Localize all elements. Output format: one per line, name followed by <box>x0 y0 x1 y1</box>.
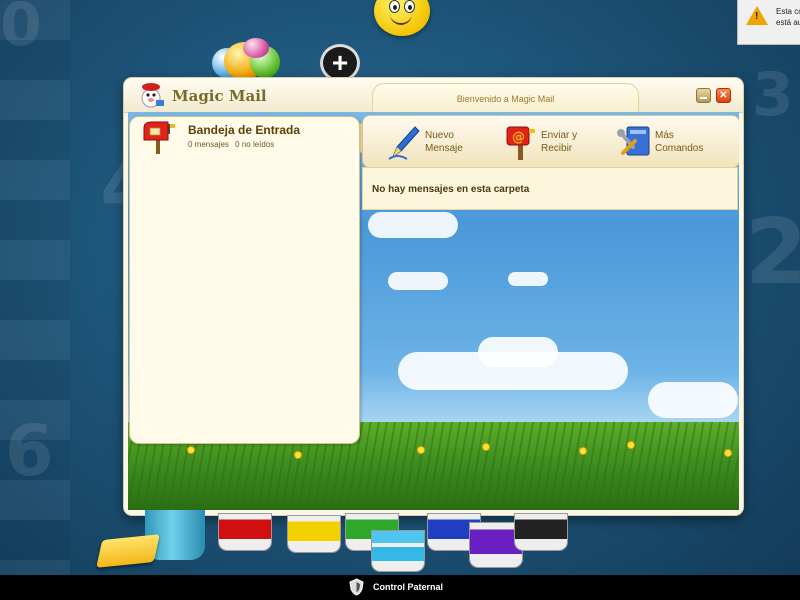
notification-text: está au <box>776 18 800 27</box>
send-receive-label-1: Enviar y <box>541 130 578 141</box>
title-bar[interactable]: Magic Mail Bienvenido a Magic Mail ✕ <box>124 78 743 113</box>
more-commands-label-1: Más <box>655 130 674 141</box>
tab-welcome[interactable]: Bienvenido a Magic Mail <box>372 83 639 113</box>
sponge-decoration <box>96 534 160 568</box>
folder-item-inbox[interactable]: Bandeja de Entrada 0 mensajes 0 no leído… <box>130 117 359 157</box>
add-button[interactable]: + <box>320 44 360 82</box>
notification-popup[interactable]: ! Esta co está au <box>737 0 800 45</box>
paint-pot-black <box>515 514 567 550</box>
notification-text: Esta co <box>776 7 800 16</box>
balloons-decoration <box>243 38 269 58</box>
app-title: Magic Mail <box>172 87 267 105</box>
cloud-decoration <box>648 382 738 418</box>
tools-book-icon <box>617 126 650 156</box>
send-receive-label-2: Recibir <box>541 143 573 154</box>
paint-pot-red <box>219 514 271 550</box>
close-button[interactable]: ✕ <box>716 88 731 103</box>
cloud-decoration <box>368 212 458 238</box>
background-number: 6 <box>5 410 54 492</box>
svg-text:@: @ <box>512 130 525 145</box>
flower-decoration <box>725 450 731 456</box>
message-list-area: No hay mensajes en esta carpeta <box>362 167 738 210</box>
folder-name: Bandeja de Entrada <box>188 123 301 137</box>
background-number: 2 <box>745 200 800 305</box>
empty-folder-message: No hay mensajes en esta carpeta <box>372 184 530 195</box>
more-commands-button[interactable]: Más Comandos <box>617 122 703 162</box>
flower-decoration <box>295 452 301 458</box>
cloud-decoration <box>508 272 548 286</box>
new-message-button[interactable]: Nuevo Mensaje <box>387 122 463 162</box>
content-area: Bandeja de Entrada 0 mensajes 0 no leído… <box>128 112 739 510</box>
cloud-decoration <box>388 272 448 290</box>
minimize-button[interactable] <box>696 88 711 103</box>
mascot-icon <box>141 83 164 108</box>
background-number: 3 <box>752 60 794 130</box>
folder-panel: Bandeja de Entrada 0 mensajes 0 no leído… <box>129 116 360 444</box>
shield-icon[interactable] <box>349 578 364 596</box>
flower-decoration <box>580 448 586 454</box>
background-number: 0 <box>0 0 42 60</box>
paint-pot-yellow <box>288 516 340 552</box>
parental-control-label[interactable]: Control Paternal <box>373 582 443 592</box>
toolbar: Nuevo Mensaje @ Enviar y Recibir Más Com… <box>362 115 739 168</box>
cloud-decoration <box>478 337 558 367</box>
more-commands-label-2: Comandos <box>655 143 704 154</box>
unread-count: 0 no leídos <box>235 140 275 149</box>
send-receive-icon: @ <box>506 126 535 160</box>
paint-pot-cyan <box>372 531 424 571</box>
message-count: 0 mensajes <box>188 140 229 149</box>
flower-decoration <box>188 447 194 453</box>
magic-mail-window: Magic Mail Bienvenido a Magic Mail ✕ Ban… <box>124 78 743 515</box>
pen-icon <box>388 126 420 160</box>
mailbox-icon <box>143 121 175 154</box>
new-message-label-1: Nuevo <box>425 130 454 141</box>
new-message-label-2: Mensaje <box>425 143 463 154</box>
flower-decoration <box>418 447 424 453</box>
flower-decoration <box>483 444 489 450</box>
smiley-icon[interactable] <box>374 0 430 36</box>
send-receive-button[interactable]: @ Enviar y Recibir <box>503 122 577 162</box>
flower-decoration <box>628 442 634 448</box>
warning-icon: ! <box>746 6 768 25</box>
folder-counts: 0 mensajes 0 no leídos <box>188 140 278 149</box>
taskbar: Control Paternal <box>0 575 800 600</box>
